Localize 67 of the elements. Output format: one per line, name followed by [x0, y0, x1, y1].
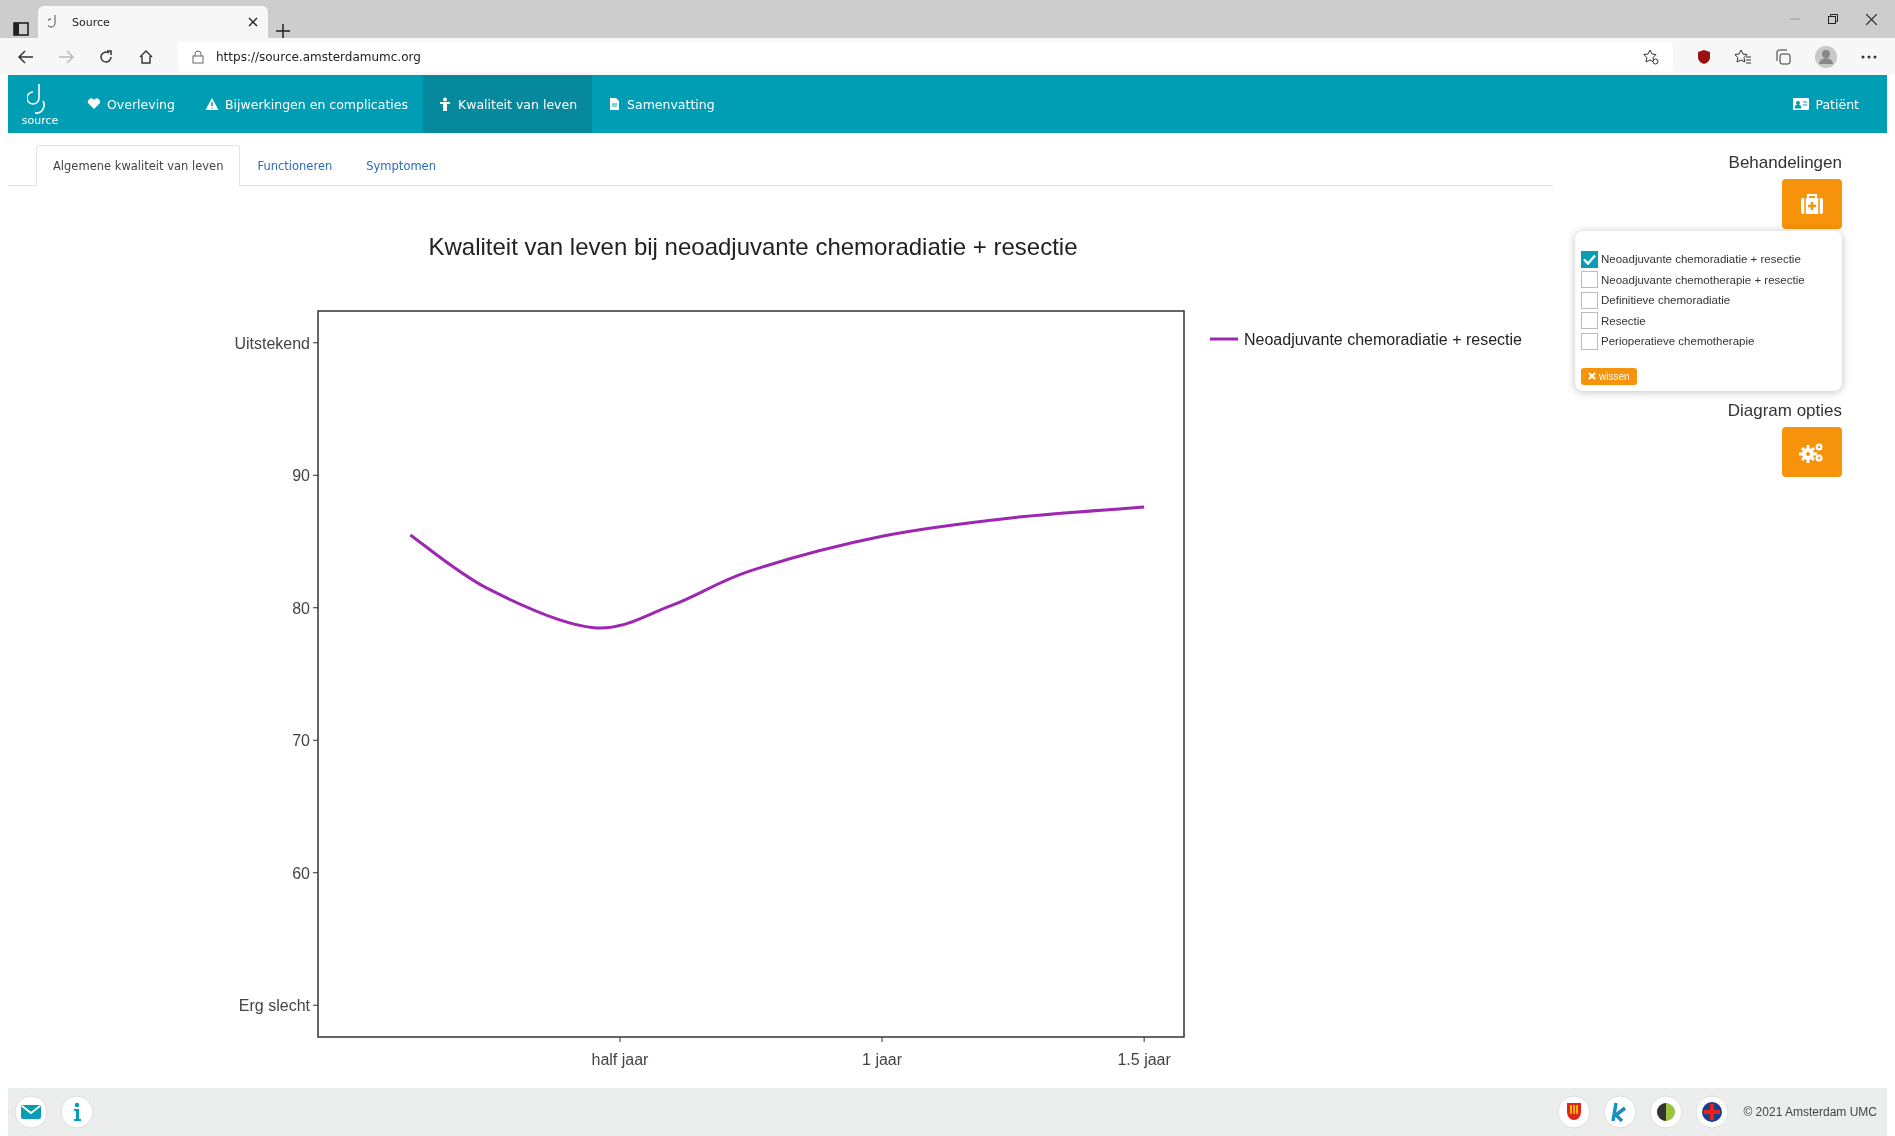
more-icon[interactable] — [1861, 54, 1877, 59]
legend-swatch — [1210, 337, 1238, 341]
subtab[interactable]: Functioneren — [240, 145, 350, 186]
checkbox[interactable] — [1581, 291, 1598, 309]
section-title: Behandelingen — [1728, 153, 1842, 173]
nav-tab[interactable]: Samenvatting — [592, 75, 730, 133]
shield-logo-icon[interactable] — [1557, 1095, 1592, 1129]
mail-icon[interactable] — [14, 1095, 48, 1129]
browser-tab[interactable]: Source — [38, 6, 268, 38]
section-title: Diagram opties — [1727, 400, 1842, 421]
y-tick-label: Uitstekend — [234, 334, 310, 352]
y-tick-label: 60 — [292, 864, 310, 882]
chart-title: Kwaliteit van leven bij neoadjuvante chemoradiatie + resectie — [428, 233, 1078, 260]
checkbox[interactable] — [1581, 332, 1598, 350]
collections-icon[interactable] — [1775, 48, 1791, 65]
leaf-logo-icon[interactable] — [1649, 1095, 1684, 1129]
patient-link[interactable]: Patiënt — [1765, 75, 1887, 133]
checkbox-label: Perioperatieve chemotherapie — [1601, 335, 1755, 348]
close-icon[interactable] — [248, 17, 258, 27]
checkbox-label: Neoadjuvante chemotherapie + resectie — [1601, 273, 1805, 286]
new-tab-icon[interactable] — [276, 24, 290, 38]
document-icon — [607, 97, 622, 111]
id-card-icon — [1793, 98, 1810, 110]
treatments-button[interactable] — [1782, 179, 1842, 229]
copyright-text: © 2021 Amsterdam UMC — [1743, 1105, 1877, 1119]
legend-label: Neoadjuvante chemoradiatie + resectie — [1244, 331, 1522, 348]
lock-icon — [192, 49, 204, 64]
checkbox-label: Resectie — [1601, 314, 1646, 327]
subtab[interactable]: Algemene kwaliteit van leven — [36, 145, 241, 186]
shield-icon[interactable] — [1697, 48, 1711, 65]
home-icon[interactable] — [138, 48, 154, 65]
nav-tab[interactable]: Overleving — [72, 75, 190, 133]
first-aid-kit-icon — [1800, 193, 1824, 215]
refresh-icon[interactable] — [98, 48, 114, 65]
y-tick-label: 90 — [292, 467, 310, 485]
y-tick-label: 70 — [292, 732, 310, 750]
clear-button[interactable]: wissen — [1581, 367, 1637, 385]
y-tick-label: Erg slecht — [238, 997, 310, 1015]
checkbox[interactable] — [1581, 271, 1598, 289]
nav-tab[interactable]: Bijwerkingen en complicaties — [189, 75, 423, 133]
restore-icon[interactable] — [1828, 14, 1838, 24]
address-bar[interactable]: https://source.amsterdamumc.org — [178, 41, 1673, 72]
back-icon[interactable] — [18, 49, 34, 64]
favorites-icon[interactable] — [1735, 48, 1751, 65]
info-icon[interactable] — [60, 1095, 94, 1129]
heart-icon — [87, 97, 101, 111]
y-tick-label: 80 — [292, 599, 310, 617]
nav-tab[interactable]: Kwaliteit van leven — [423, 75, 593, 133]
tab-title: Source — [72, 15, 111, 29]
favorite-add-icon[interactable] — [1643, 48, 1659, 65]
cross-logo-icon[interactable] — [1695, 1095, 1730, 1129]
close-icon[interactable] — [1866, 13, 1877, 25]
checkbox-label: Neoadjuvante chemoradiatie + resectie — [1601, 253, 1801, 266]
source-logo[interactable]: source — [8, 75, 72, 133]
close-icon — [1588, 372, 1596, 380]
k-logo-icon[interactable] — [1603, 1095, 1638, 1129]
checkbox[interactable] — [1581, 250, 1598, 268]
checkbox[interactable] — [1581, 312, 1598, 330]
x-tick-label: 1.5 jaar — [1117, 1051, 1171, 1068]
person-icon — [438, 97, 452, 111]
subtab[interactable]: Symptomen — [349, 145, 453, 186]
warning-icon — [204, 97, 219, 111]
checkbox-label: Definitieve chemoradiatie — [1601, 294, 1731, 307]
sidebar-icon[interactable] — [12, 20, 30, 38]
x-tick-label: half jaar — [591, 1051, 649, 1068]
x-tick-label: 1 jaar — [862, 1051, 903, 1068]
profile-icon[interactable] — [1815, 45, 1837, 68]
